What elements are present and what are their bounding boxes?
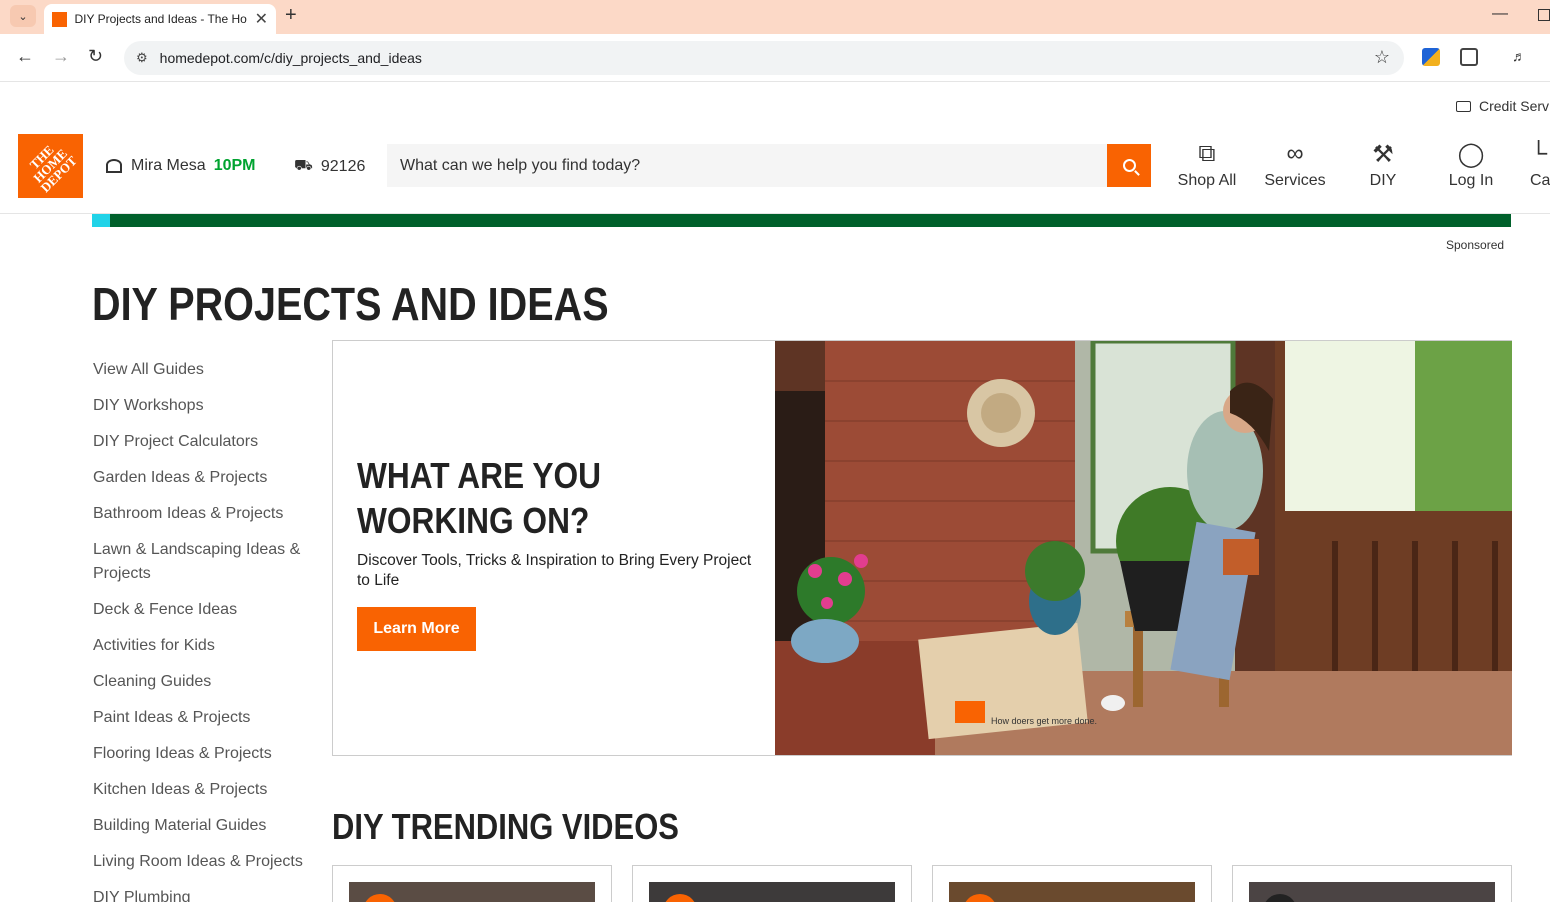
bookmark-star-icon[interactable]: ☆ <box>1374 47 1390 68</box>
video-card[interactable] <box>332 865 612 902</box>
hero-card: WHAT ARE YOU WORKING ON? Discover Tools,… <box>332 340 1512 756</box>
close-tab-icon[interactable]: ✕ <box>255 9 268 29</box>
zip-code: 92126 <box>320 157 366 175</box>
sidebar-item-garden[interactable]: Garden Ideas & Projects <box>93 466 318 490</box>
browser-tab[interactable]: DIY Projects and Ideas - The Ho ✕ <box>44 4 276 34</box>
home-depot-favicon-icon <box>52 11 67 27</box>
sidebar-item-flooring[interactable]: Flooring Ideas & Projects <box>93 742 318 766</box>
sidebar-item-view-all-guides[interactable]: View All Guides <box>93 358 318 382</box>
browser-tab-bar: ⌄ DIY Projects and Ideas - The Ho ✕ + — <box>0 0 1550 34</box>
credit-services-label: Credit Serv <box>1479 98 1550 114</box>
play-icon <box>663 894 697 902</box>
media-control-icon[interactable]: ♬ <box>1512 48 1530 66</box>
search-icon <box>1122 159 1136 172</box>
nav-log-in[interactable]: ◯ Log In <box>1446 140 1496 190</box>
video-card[interactable] <box>1232 865 1512 902</box>
address-bar[interactable]: ⚙ homedepot.com/c/diy_projects_and_ideas… <box>124 41 1404 75</box>
sidebar-item-kitchen[interactable]: Kitchen Ideas & Projects <box>93 778 318 802</box>
delivery-zip-selector[interactable]: ⛟ 92126 <box>294 157 365 176</box>
video-thumbnail[interactable] <box>649 882 895 902</box>
extensions-puzzle-icon[interactable] <box>1460 48 1478 66</box>
user-icon: ◯ <box>1457 140 1485 168</box>
tab-title: DIY Projects and Ideas - The Ho <box>74 12 247 26</box>
promo-banner-accent <box>92 214 110 227</box>
sidebar-item-cleaning[interactable]: Cleaning Guides <box>93 670 318 694</box>
credit-card-icon <box>1456 101 1471 112</box>
extension-icon[interactable] <box>1422 48 1440 66</box>
sponsored-label: Sponsored <box>1446 238 1505 252</box>
credit-services-link[interactable]: Credit Serv <box>1456 98 1549 114</box>
video-thumbnail[interactable] <box>1249 882 1495 902</box>
sidebar-item-deck-fence[interactable]: Deck & Fence Ideas <box>93 598 318 622</box>
sidebar-item-bathroom[interactable]: Bathroom Ideas & Projects <box>93 502 318 526</box>
promo-banner[interactable] <box>92 214 1511 227</box>
minimize-window-button[interactable]: — <box>1492 5 1508 23</box>
store-icon <box>106 159 122 173</box>
home-depot-logo[interactable]: THE HOME DEPOT <box>18 134 83 198</box>
forward-button[interactable]: → <box>52 46 70 67</box>
cart-icon: └ <box>1530 140 1548 167</box>
nav-cart[interactable]: └ Ca <box>1530 140 1550 190</box>
hero-heading: WHAT ARE YOU WORKING ON? <box>357 455 602 541</box>
box-print-text: How doers get more done. <box>991 716 1097 726</box>
nav-label: Services <box>1264 172 1326 189</box>
sidebar-item-activities-kids[interactable]: Activities for Kids <box>93 634 318 658</box>
search-bar <box>387 144 1151 187</box>
search-button[interactable] <box>1107 144 1151 187</box>
hero-subtext: Discover Tools, Tricks & Inspiration to … <box>357 552 752 589</box>
reload-button[interactable]: ↻ <box>88 46 103 67</box>
url-text[interactable]: homedepot.com/c/diy_projects_and_ideas <box>160 50 422 66</box>
delivery-truck-icon: ⛟ <box>294 157 313 174</box>
sidebar-item-lawn-landscaping[interactable]: Lawn & Landscaping Ideas & Projects <box>93 538 318 586</box>
trending-videos-title: DIY TRENDING VIDEOS <box>332 806 679 847</box>
video-card[interactable] <box>632 865 912 902</box>
search-input[interactable] <box>387 156 1097 175</box>
hero-image[interactable]: How doers get more done. <box>775 341 1512 755</box>
browser-toolbar: ← → ↻ ⚙ homedepot.com/c/diy_projects_and… <box>0 34 1550 82</box>
nav-shop-all[interactable]: ⧉ Shop All <box>1175 140 1239 190</box>
site-info-icon[interactable]: ⚙ <box>136 50 148 66</box>
sidebar-item-living-room[interactable]: Living Room Ideas & Projects <box>93 850 318 874</box>
nav-label: Shop All <box>1177 172 1237 189</box>
nav-diy[interactable]: ⚒ DIY <box>1363 140 1403 190</box>
back-button[interactable]: ← <box>16 46 34 67</box>
sidebar-item-diy-workshops[interactable]: DIY Workshops <box>93 394 318 418</box>
sidebar-item-building-material[interactable]: Building Material Guides <box>93 814 318 838</box>
play-icon <box>363 894 397 902</box>
sidebar-item-paint[interactable]: Paint Ideas & Projects <box>93 706 318 730</box>
services-icon: ∞ <box>1286 140 1304 167</box>
video-card[interactable] <box>932 865 1212 902</box>
nav-label: DIY <box>1369 172 1397 189</box>
maximize-window-button[interactable] <box>1538 9 1550 21</box>
video-thumbnail[interactable] <box>349 882 595 902</box>
store-hours: 10PM <box>213 157 256 174</box>
learn-more-button[interactable]: Learn More <box>357 607 476 651</box>
video-thumbnail[interactable] <box>949 882 1195 902</box>
nav-services[interactable]: ∞ Services <box>1262 140 1328 190</box>
page-title: DIY PROJECTS AND IDEAS <box>92 278 609 330</box>
logo-text: THE HOME DEPOT <box>26 142 80 196</box>
play-icon <box>963 894 997 902</box>
diy-hammer-icon: ⚒ <box>1372 140 1394 168</box>
store-name: Mira Mesa <box>131 157 206 174</box>
sidebar-item-diy-plumbing[interactable]: DIY Plumbing <box>93 886 318 902</box>
sidebar-item-project-calculators[interactable]: DIY Project Calculators <box>93 430 318 454</box>
play-icon <box>1263 894 1297 902</box>
nav-label: Log In <box>1448 172 1494 189</box>
shop-all-icon: ⧉ <box>1198 140 1216 167</box>
tab-search-button[interactable]: ⌄ <box>10 5 36 27</box>
hero-photo-illustration: How doers get more done. <box>775 341 1512 755</box>
nav-label: Ca <box>1530 172 1550 189</box>
store-selector[interactable]: Mira Mesa 10PM <box>106 157 255 175</box>
new-tab-button[interactable]: + <box>285 4 297 27</box>
diy-sidebar-nav: View All Guides DIY Workshops DIY Projec… <box>93 358 318 902</box>
